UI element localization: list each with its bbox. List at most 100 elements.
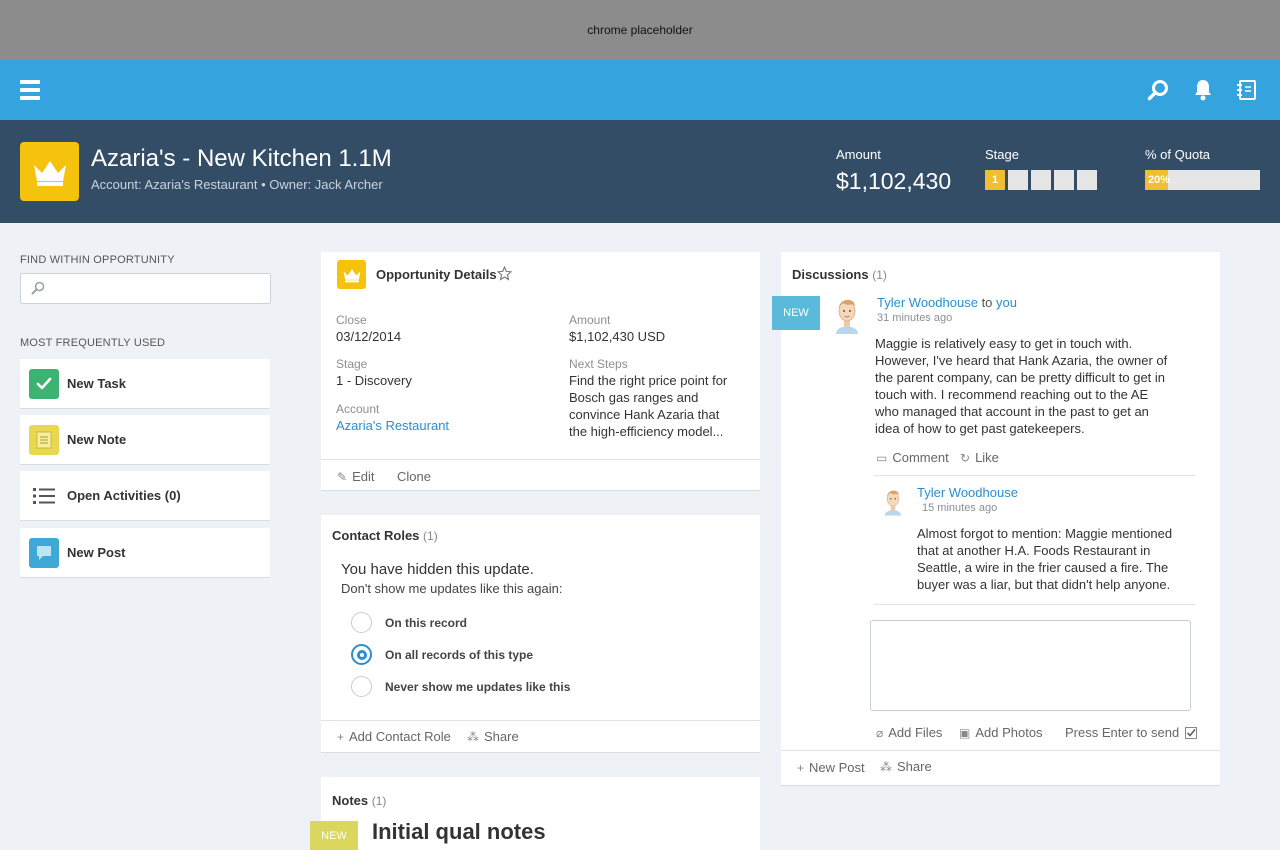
open-activities-action[interactable]: Open Activities (0): [20, 471, 270, 521]
find-within-input[interactable]: [51, 274, 266, 303]
press-enter-label: Press Enter to send: [1065, 725, 1180, 740]
stage-step: [1077, 170, 1097, 190]
contact-roles-count: (1): [423, 529, 438, 543]
new-note-action[interactable]: New Note: [20, 415, 270, 465]
quota-progress-bar: 20%: [1145, 170, 1260, 190]
plus-icon: +: [797, 760, 805, 775]
share-button[interactable]: ⁂ Share: [880, 759, 932, 774]
search-icon[interactable]: [1146, 78, 1170, 102]
reply-author-link[interactable]: Tyler Woodhouse: [917, 485, 1018, 500]
like-label: Like: [975, 450, 999, 465]
comment-button[interactable]: ▭ Comment: [876, 450, 949, 465]
stage-step: [1031, 170, 1051, 190]
comment-label: Comment: [892, 450, 949, 465]
stage-label: Stage: [985, 147, 1019, 162]
notes-count: (1): [371, 794, 387, 808]
search-icon: [31, 281, 45, 295]
new-post-label: New Post: [67, 545, 126, 560]
radio-button-selected[interactable]: [351, 644, 372, 665]
clone-button[interactable]: Clone: [397, 469, 431, 484]
new-flag: NEW: [772, 296, 820, 330]
photo-icon: ▣: [959, 725, 971, 740]
close-label: Close: [336, 313, 367, 327]
comment-icon: ▭: [876, 450, 888, 465]
radio-button[interactable]: [351, 676, 372, 697]
plus-icon: +: [337, 729, 345, 744]
to-word: to: [981, 295, 993, 310]
notes-title: Notes (1): [332, 793, 386, 808]
note-title-link[interactable]: Initial qual notes: [372, 819, 546, 845]
avatar[interactable]: [832, 294, 862, 334]
record-subtitle: Account: Azaria's Restaurant • Owner: Ja…: [91, 177, 383, 192]
edit-label: Edit: [352, 469, 375, 484]
new-task-label: New Task: [67, 376, 127, 391]
divider: [874, 475, 1195, 476]
post-header: Tyler Woodhouse to you: [877, 295, 1017, 310]
stage-step: [1054, 170, 1074, 190]
discussions-title-text: Discussions: [792, 267, 869, 282]
stage-field-label: Stage: [336, 357, 368, 371]
checkbox-checked-icon[interactable]: [1185, 726, 1198, 739]
account-link[interactable]: Azaria's Restaurant: [336, 417, 449, 434]
new-post-action[interactable]: New Post: [20, 528, 270, 578]
hidden-update-title: You have hidden this update.: [341, 561, 534, 578]
discussions-title: Discussions (1): [792, 267, 887, 282]
like-icon: ↻: [960, 450, 971, 465]
speech-bubble-icon: [29, 537, 59, 568]
radio-label: On this record: [385, 615, 468, 630]
divider: [874, 604, 1195, 605]
radio-button[interactable]: [351, 612, 372, 633]
next-steps-value: Find the right price point for Bosch gas…: [569, 373, 728, 439]
top-app-bar: [0, 60, 1280, 120]
next-steps-label: Next Steps: [569, 357, 628, 371]
divider: [781, 750, 1220, 751]
like-button[interactable]: ↻ Like: [960, 450, 999, 465]
list-icon: [29, 481, 59, 511]
most-frequently-used-label: MOST FREQUENTLY USED: [20, 337, 166, 349]
share-button[interactable]: ⁂ Share: [467, 729, 519, 744]
new-post-button[interactable]: + New Post: [797, 760, 865, 775]
paperclip-icon: ⌀: [876, 725, 884, 740]
stage-step-current: 1: [985, 170, 1005, 190]
notebook-icon[interactable]: [1235, 78, 1259, 102]
radio-all-records-of-type[interactable]: On all records of this type: [351, 644, 533, 665]
post-author-link[interactable]: Tyler Woodhouse: [877, 295, 978, 310]
comment-input-box[interactable]: [870, 620, 1191, 711]
add-contact-role-label: Add Contact Role: [349, 729, 451, 744]
add-files-label: Add Files: [888, 725, 943, 740]
notes-card: Notes (1) Initial qual notes: [321, 777, 760, 850]
avatar[interactable]: [882, 486, 904, 516]
share-label: Share: [897, 759, 932, 774]
press-enter-to-send-toggle[interactable]: Press Enter to send: [1065, 725, 1198, 740]
menu-icon[interactable]: [20, 80, 40, 100]
star-icon[interactable]: [497, 266, 512, 281]
pencil-icon: ✎: [337, 469, 348, 484]
stage-field-value: 1 - Discovery: [336, 373, 412, 388]
radio-on-this-record[interactable]: On this record: [351, 612, 467, 633]
checkmark-icon: [29, 368, 59, 399]
find-within-search[interactable]: [20, 273, 271, 304]
edit-button[interactable]: ✎ Edit: [337, 469, 374, 484]
reply-body: Almost forgot to mention: Maggie mention…: [917, 526, 1173, 592]
add-contact-role-button[interactable]: + Add Contact Role: [337, 729, 451, 744]
amount-field-label: Amount: [569, 313, 611, 327]
opportunity-details-title: Opportunity Details: [376, 267, 497, 282]
opportunity-details-card: Opportunity Details Close 03/12/2014 Amo…: [321, 252, 760, 491]
new-task-action[interactable]: New Task: [20, 359, 270, 409]
reply-timestamp: 15 minutes ago: [922, 502, 998, 514]
stage-step: [1008, 170, 1028, 190]
account-field-label: Account: [336, 402, 380, 416]
bell-icon[interactable]: [1191, 78, 1215, 102]
comment-textarea[interactable]: [871, 621, 1190, 710]
add-files-button[interactable]: ⌀ Add Files: [876, 725, 942, 740]
radio-label: Never show me updates like this: [385, 679, 571, 694]
page-title: Azaria's - New Kitchen 1.1M: [91, 145, 392, 172]
stage-indicator: 1: [985, 170, 1100, 190]
radio-never-show[interactable]: Never show me updates like this: [351, 676, 570, 697]
contact-roles-title-text: Contact Roles: [332, 528, 420, 543]
post-recipient-link[interactable]: you: [996, 295, 1017, 310]
add-photos-button[interactable]: ▣ Add Photos: [959, 725, 1043, 740]
divider: [321, 459, 760, 460]
new-post-label: New Post: [809, 760, 865, 775]
record-header: Azaria's - New Kitchen 1.1M Account: Aza…: [0, 120, 1280, 223]
